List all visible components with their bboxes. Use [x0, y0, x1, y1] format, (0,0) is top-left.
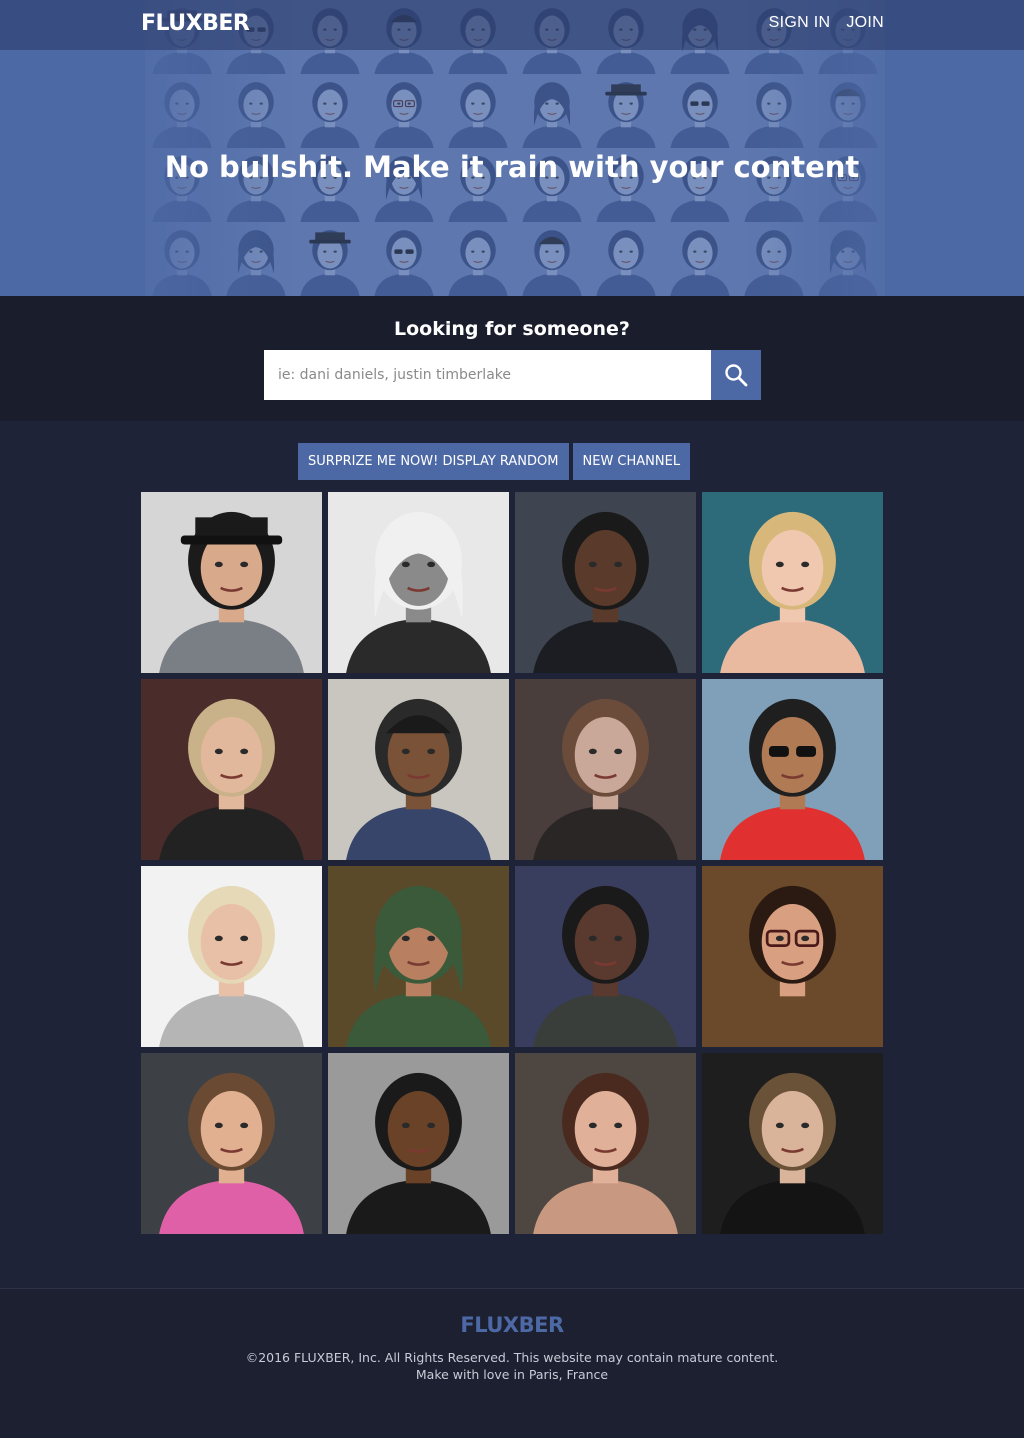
collage-tile — [367, 74, 441, 148]
search-icon — [725, 364, 748, 387]
profile-card[interactable] — [702, 866, 883, 1047]
woman-jacket-icon — [141, 679, 322, 860]
collage-tile — [663, 222, 737, 296]
collage-tile — [515, 222, 589, 296]
profile-card[interactable] — [141, 1053, 322, 1234]
profile-card[interactable] — [328, 866, 509, 1047]
man-stubble-icon — [702, 1053, 883, 1234]
profile-card[interactable] — [328, 679, 509, 860]
collage-tile — [515, 74, 589, 148]
profile-card[interactable] — [141, 679, 322, 860]
search-section: Looking for someone? — [0, 296, 1024, 421]
collage-tile — [589, 74, 663, 148]
man-cap-icon — [515, 222, 589, 296]
collage-tile — [663, 74, 737, 148]
profile-card[interactable] — [702, 492, 883, 673]
woman-blonde-icon — [663, 222, 737, 296]
sign-in-link[interactable]: SIGN IN — [769, 14, 831, 32]
hero-banner: FLUXBER SIGN IN JOIN No bullshit. Make i… — [0, 0, 1024, 296]
footer-copyright: ©2016 FLUXBER, Inc. All Rights Reserved.… — [245, 1350, 779, 1365]
profile-card[interactable] — [515, 866, 696, 1047]
man-suit-icon — [515, 492, 696, 673]
profile-card[interactable] — [515, 1053, 696, 1234]
profile-card[interactable] — [141, 866, 322, 1047]
hero-tagline: No bullshit. Make it rain with your cont… — [164, 150, 860, 184]
woman-hijab-icon — [328, 866, 509, 1047]
woman-bangs-icon — [515, 679, 696, 860]
new-channel-button[interactable]: NEW CHANNEL — [572, 443, 691, 480]
search-input[interactable] — [264, 350, 711, 400]
collage-tile — [293, 74, 367, 148]
man-with-hat-icon — [589, 74, 663, 148]
woman-brunette-icon — [441, 222, 515, 296]
man-suit-icon — [441, 74, 515, 148]
profile-card[interactable] — [515, 492, 696, 673]
footer-text: ©2016 FLUXBER, Inc. All Rights Reserved.… — [0, 1349, 1024, 1383]
profile-card[interactable] — [515, 679, 696, 860]
woman-hijab-icon — [515, 74, 589, 148]
collage-tile — [589, 222, 663, 296]
man-smiling-icon — [328, 1053, 509, 1234]
man-with-hat-icon — [141, 492, 322, 673]
woman-glasses-icon — [367, 74, 441, 148]
woman-blonde-icon — [702, 492, 883, 673]
collage-tile — [367, 222, 441, 296]
woman-brunette-icon — [515, 1053, 696, 1234]
action-buttons: SURPRIZE ME NOW! DISPLAY RANDOM NEW CHAN… — [298, 443, 691, 480]
collage-tile — [441, 222, 515, 296]
search-title: Looking for someone? — [394, 318, 630, 340]
footer-tagline: Make with love in Paris, France — [415, 1367, 609, 1382]
man-jacket-icon — [515, 866, 696, 1047]
man-blond-icon — [141, 866, 322, 1047]
man-with-hat-icon — [293, 222, 367, 296]
top-navbar: FLUXBER SIGN IN JOIN — [0, 0, 1024, 50]
man-sunglasses-icon — [367, 222, 441, 296]
search-button[interactable] — [711, 350, 761, 400]
woman-pink-icon — [589, 222, 663, 296]
man-cap-icon — [328, 679, 509, 860]
profile-card[interactable] — [328, 492, 509, 673]
profile-grid — [141, 492, 883, 1234]
profile-card[interactable] — [141, 492, 322, 673]
man-sunglasses-icon — [702, 679, 883, 860]
random-button[interactable]: SURPRIZE ME NOW! DISPLAY RANDOM — [298, 443, 569, 480]
woman-glasses-icon — [702, 866, 883, 1047]
profile-card[interactable] — [328, 1053, 509, 1234]
join-link[interactable]: JOIN — [846, 14, 884, 32]
profile-card[interactable] — [702, 679, 883, 860]
footer-logo[interactable]: FLUXBER — [0, 1313, 1024, 1337]
man-sunglasses-icon — [663, 74, 737, 148]
woman-pink-icon — [141, 1053, 322, 1234]
woman-jacket-icon — [293, 74, 367, 148]
profile-card[interactable] — [702, 1053, 883, 1234]
logo[interactable]: FLUXBER — [141, 11, 250, 36]
woman-hood-icon — [328, 492, 509, 673]
collage-tile — [441, 74, 515, 148]
footer: FLUXBER ©2016 FLUXBER, Inc. All Rights R… — [0, 1288, 1024, 1438]
collage-tile — [293, 222, 367, 296]
top-nav: SIGN IN JOIN — [769, 14, 884, 32]
